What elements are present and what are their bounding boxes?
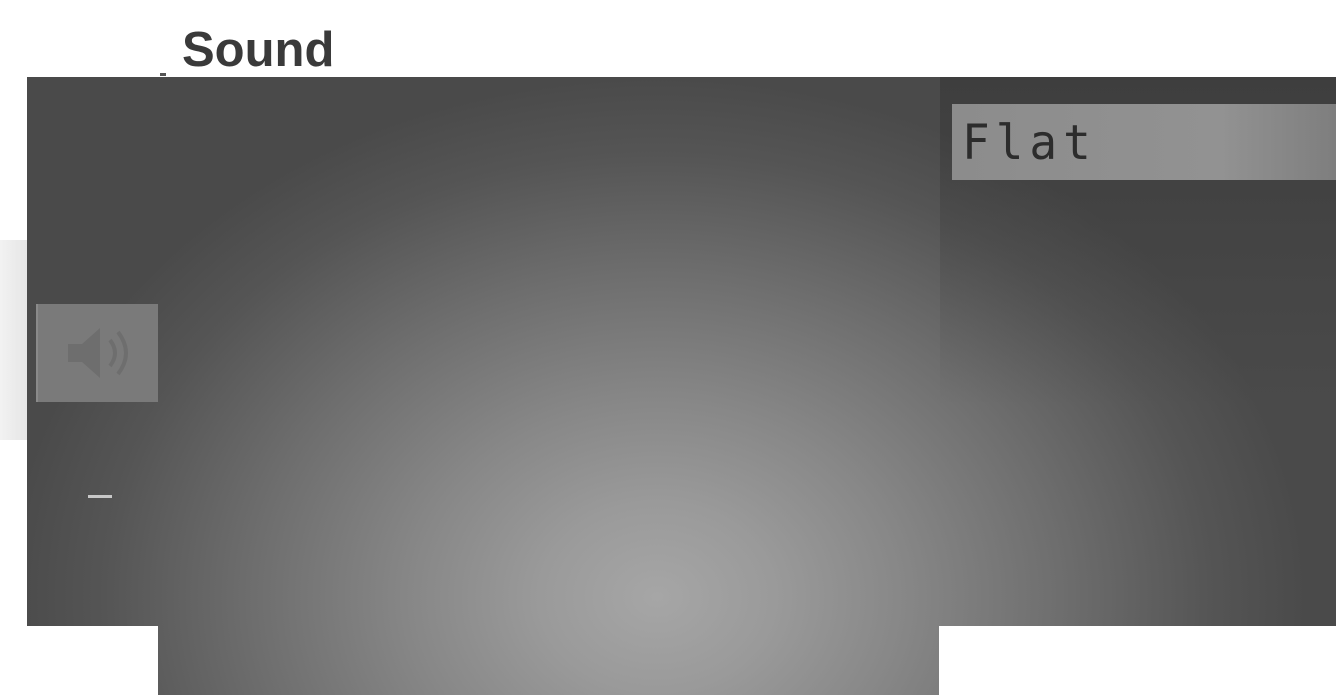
sound-menu-tab[interactable] xyxy=(36,304,158,402)
osd-panel-lower xyxy=(158,626,939,695)
title-underline-mark xyxy=(160,73,166,76)
sound-mode-value: Flat xyxy=(962,114,1097,171)
menu-title: Sound xyxy=(182,23,335,77)
osd-screen: Sound Flat xyxy=(0,0,1336,695)
screen-edge xyxy=(0,240,27,440)
sound-speaker-icon xyxy=(68,328,128,378)
sound-mode-field[interactable]: Flat xyxy=(952,104,1336,180)
dash-marker xyxy=(88,495,112,498)
